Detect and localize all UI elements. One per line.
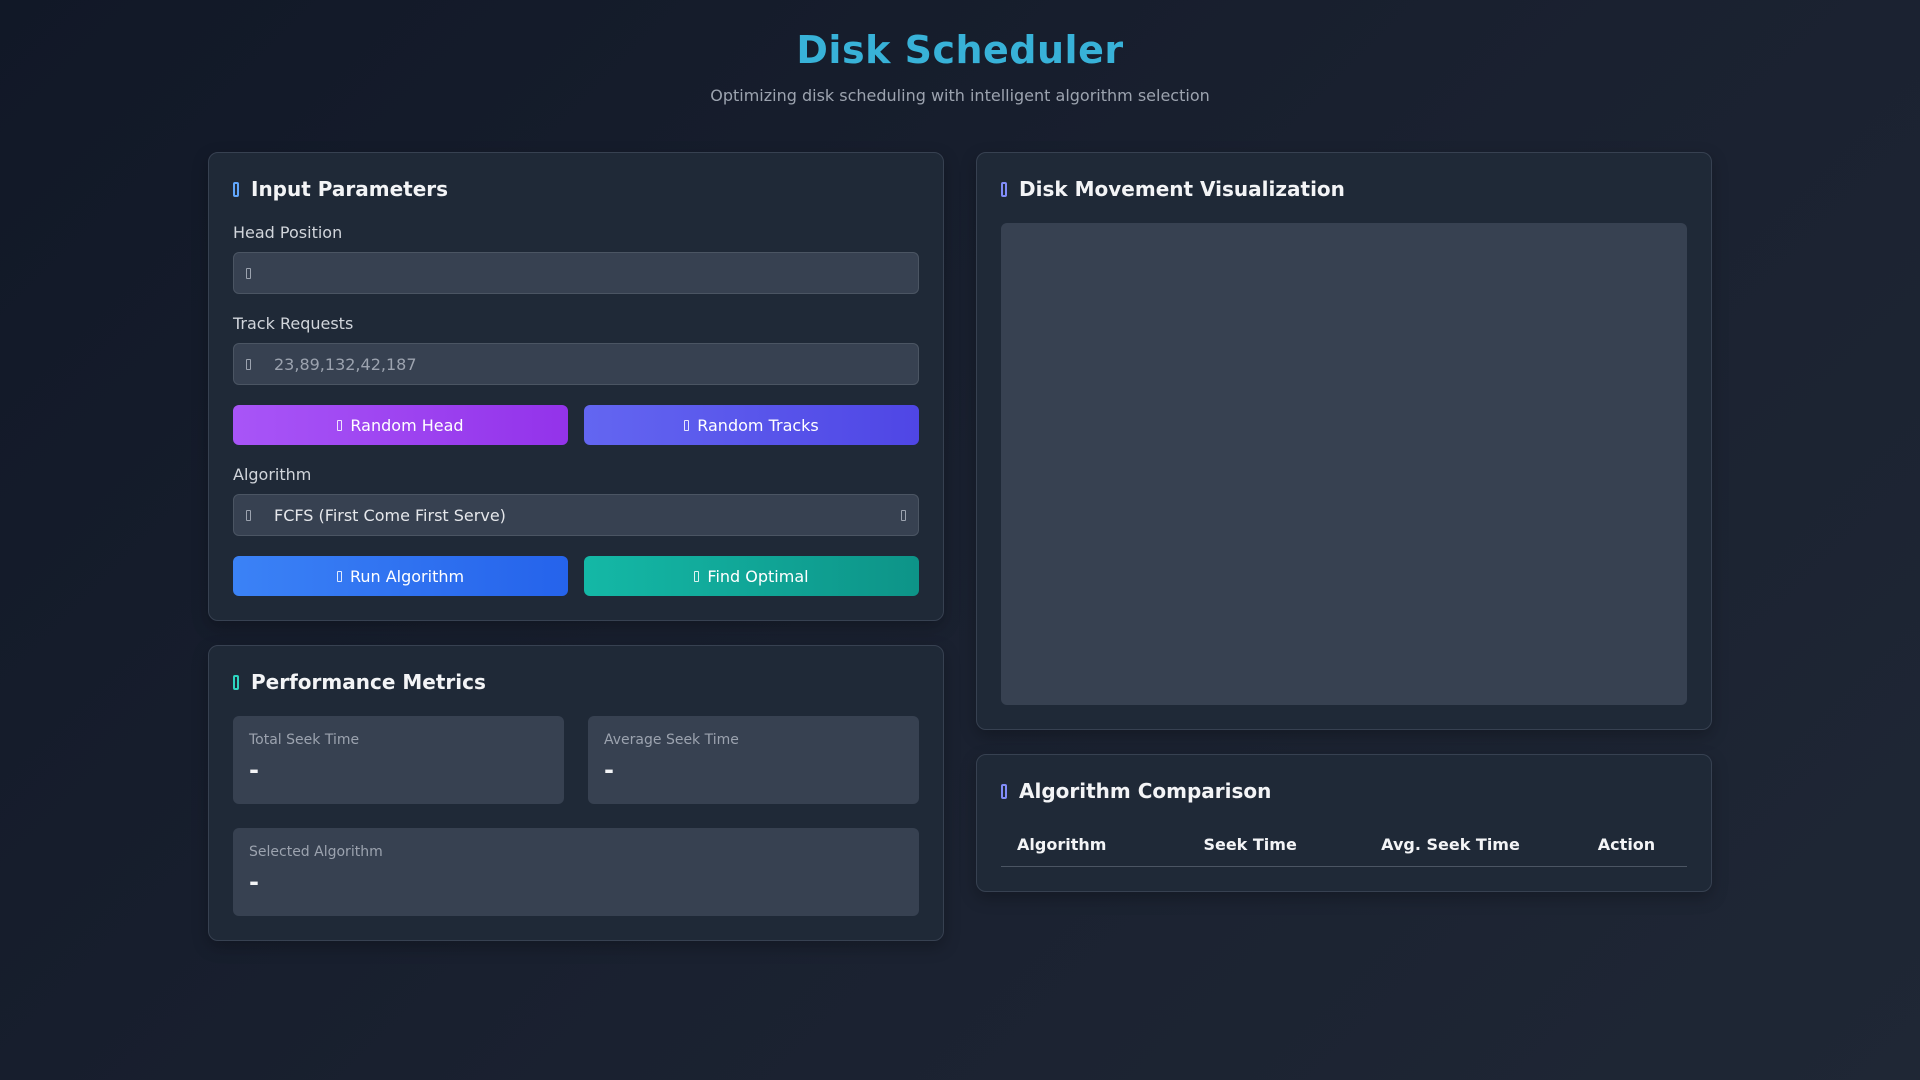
left-column: Input Parameters Head Position Track Req…: [208, 152, 944, 941]
input-parameters-card: Input Parameters Head Position Track Req…: [208, 152, 944, 621]
star-icon: [694, 570, 700, 582]
visualization-title: Disk Movement Visualization: [1019, 177, 1345, 201]
avg-seek-metric: Average Seek Time -: [588, 716, 919, 804]
algorithm-comparison-card: Algorithm Comparison Algorithm Seek Time…: [976, 754, 1712, 892]
input-parameters-title: Input Parameters: [251, 177, 449, 201]
column-header-seek-time: Seek Time: [1165, 825, 1335, 867]
code-icon: [246, 510, 251, 521]
total-seek-metric: Total Seek Time -: [233, 716, 564, 804]
list-icon: [246, 359, 251, 370]
run-algorithm-button[interactable]: Run Algorithm: [233, 556, 568, 596]
selected-algorithm-metric: Selected Algorithm -: [233, 828, 919, 916]
column-header-algorithm: Algorithm: [1001, 825, 1166, 867]
track-requests-input[interactable]: 23,89,132,42,187: [233, 343, 919, 385]
find-optimal-button[interactable]: Find Optimal: [584, 556, 919, 596]
input-parameters-header: Input Parameters: [233, 177, 919, 201]
head-position-input[interactable]: [233, 252, 919, 294]
action-buttons-row: Run Algorithm Find Optimal: [233, 556, 919, 596]
page-title: Disk Scheduler: [796, 28, 1124, 72]
total-seek-value: -: [249, 756, 259, 784]
page-subtitle: Optimizing disk scheduling with intellig…: [710, 86, 1210, 105]
random-head-button[interactable]: Random Head: [233, 405, 568, 445]
algorithm-label: Algorithm: [233, 465, 312, 484]
head-position-label: Head Position: [233, 223, 343, 242]
comparison-header-row: Algorithm Seek Time Avg. Seek Time Actio…: [1001, 825, 1687, 867]
algorithm-select[interactable]: FCFS (First Come First Serve): [233, 494, 919, 536]
run-algorithm-label: Run Algorithm: [349, 566, 465, 586]
selected-algorithm-label: Selected Algorithm: [249, 844, 383, 860]
metrics-grid: Total Seek Time - Average Seek Time -: [233, 716, 919, 804]
sliders-icon: [233, 181, 239, 197]
column-header-avg-seek-time: Avg. Seek Time: [1334, 825, 1566, 867]
play-icon: [336, 570, 342, 582]
avg-seek-label: Average Seek Time: [604, 732, 739, 748]
performance-metrics-header: Performance Metrics: [233, 670, 919, 694]
random-tracks-button[interactable]: Random Tracks: [584, 405, 919, 445]
column-header-action: Action: [1566, 825, 1687, 867]
random-head-label: Random Head: [350, 415, 464, 435]
find-optimal-label: Find Optimal: [707, 566, 809, 586]
right-column: Disk Movement Visualization Algorithm Co…: [976, 152, 1712, 941]
avg-seek-value: -: [604, 756, 614, 784]
chevron-down-icon: [901, 510, 906, 521]
algorithm-selected: FCFS (First Come First Serve): [274, 505, 506, 525]
page-header: Disk Scheduler Optimizing disk schedulin…: [0, 0, 1920, 105]
comparison-header: Algorithm Comparison: [1001, 779, 1687, 803]
crosshair-icon: [246, 268, 251, 279]
dice-icon: [337, 419, 343, 431]
random-buttons-row: Random Head Random Tracks: [233, 405, 919, 445]
selected-algorithm-value: -: [249, 868, 259, 896]
visualization-header: Disk Movement Visualization: [1001, 177, 1687, 201]
random-tracks-label: Random Tracks: [697, 415, 819, 435]
visualization-canvas: [1001, 223, 1687, 705]
main-layout: Input Parameters Head Position Track Req…: [208, 152, 1712, 941]
visualization-card: Disk Movement Visualization: [976, 152, 1712, 730]
table-icon: [1001, 783, 1007, 799]
performance-metrics-title: Performance Metrics: [251, 670, 486, 694]
performance-metrics-card: Performance Metrics Total Seek Time - Av…: [208, 645, 944, 941]
chart-icon: [233, 674, 239, 690]
comparison-table: Algorithm Seek Time Avg. Seek Time Actio…: [1001, 825, 1687, 867]
shuffle-icon: [684, 419, 690, 431]
track-requests-placeholder: 23,89,132,42,187: [274, 354, 417, 374]
track-requests-label: Track Requests: [233, 314, 354, 333]
comparison-title: Algorithm Comparison: [1019, 779, 1272, 803]
total-seek-label: Total Seek Time: [249, 732, 360, 748]
chart-line-icon: [1001, 181, 1007, 197]
